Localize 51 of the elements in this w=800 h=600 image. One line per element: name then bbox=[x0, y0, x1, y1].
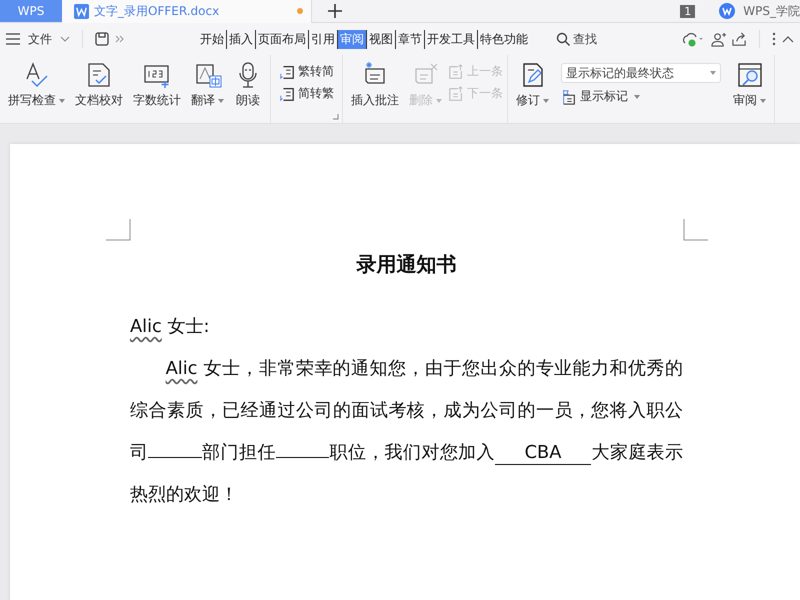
ribbon-tab[interactable]: 开始 bbox=[197, 30, 226, 48]
expand-corner-icon[interactable] bbox=[333, 114, 339, 120]
convert-icon bbox=[279, 64, 295, 80]
ribbon-button[interactable]: 繁转简 bbox=[279, 63, 334, 80]
document-tab[interactable]: 文字_录用OFFER.docx bbox=[62, 0, 312, 22]
new-tab-icon[interactable] bbox=[328, 4, 342, 18]
margin-corner-mark bbox=[683, 219, 708, 241]
ribbon-button[interactable]: 简转繁 bbox=[279, 85, 334, 102]
ribbon-tab[interactable]: 特色功能 bbox=[477, 30, 530, 48]
share-icon[interactable] bbox=[732, 32, 747, 46]
comment-nav-icon bbox=[448, 86, 464, 102]
body-paragraph: Alic 女士，非常荣幸的通知您，由于您出众的专业能力和优秀的综合素质，已经通过公司的面试考核，成为公司的一员，您将入职公司 部门担任 职位，我们对您加入 CBA 大家庭表示热烈的欢迎！ bbox=[130, 357, 683, 507]
double-chevron-icon[interactable] bbox=[115, 35, 125, 43]
window-count-badge[interactable]: 1 bbox=[680, 4, 696, 18]
ribbon-button[interactable]: 翻译 bbox=[187, 61, 228, 109]
more-icon[interactable] bbox=[772, 32, 776, 46]
document-title: 录用通知书 bbox=[355, 251, 458, 278]
collapse-icon[interactable] bbox=[782, 36, 794, 42]
ribbon-button[interactable]: 拼写检查 bbox=[4, 61, 69, 109]
flag-document-icon bbox=[561, 88, 577, 104]
ribbon-tab[interactable]: 页面布局 bbox=[255, 30, 308, 48]
add-user-icon[interactable] bbox=[711, 32, 726, 46]
ribbon-tab[interactable]: 章节 bbox=[395, 30, 424, 48]
file-menu[interactable]: 文件 bbox=[26, 30, 54, 48]
logo-icon bbox=[719, 3, 736, 19]
ribbon-button[interactable]: 审阅 bbox=[729, 61, 770, 109]
document-icon bbox=[74, 4, 89, 18]
ribbon-tab[interactable]: 视图 bbox=[366, 30, 395, 48]
salutation: Alic 女士: bbox=[130, 315, 210, 339]
dropdown-value: 显示标记的最终状态 bbox=[566, 65, 674, 81]
chevron-down-icon[interactable] bbox=[60, 36, 70, 42]
ribbon-button[interactable]: 显示标记 bbox=[561, 88, 721, 105]
menu-icon[interactable] bbox=[6, 33, 20, 45]
ribbon-tab[interactable]: 插入 bbox=[226, 30, 255, 48]
markup-display-dropdown[interactable]: 显示标记的最终状态 bbox=[561, 63, 721, 83]
comment-nav-icon bbox=[448, 64, 464, 80]
margin-corner-mark bbox=[106, 219, 131, 241]
save-icon[interactable] bbox=[95, 32, 109, 46]
search-button[interactable]: 查找 bbox=[550, 30, 603, 48]
search-icon bbox=[556, 32, 570, 46]
ribbon-tab[interactable]: 开发工具 bbox=[424, 30, 477, 48]
account-label[interactable]: WPS_学院 bbox=[743, 2, 800, 20]
ribbon-button[interactable]: 文档校对 bbox=[71, 61, 127, 109]
cloud-sync-icon[interactable] bbox=[681, 31, 705, 47]
convert-icon bbox=[279, 86, 295, 102]
ribbon-button[interactable]: 字数统计 bbox=[129, 61, 185, 109]
ribbon-button[interactable]: 朗读 bbox=[230, 61, 266, 109]
magnifier-window-icon bbox=[736, 61, 764, 89]
ribbon-button[interactable]: 修订 bbox=[512, 61, 553, 109]
caret-icon bbox=[710, 71, 716, 75]
ribbon-button[interactable]: 插入批注 bbox=[347, 61, 403, 109]
